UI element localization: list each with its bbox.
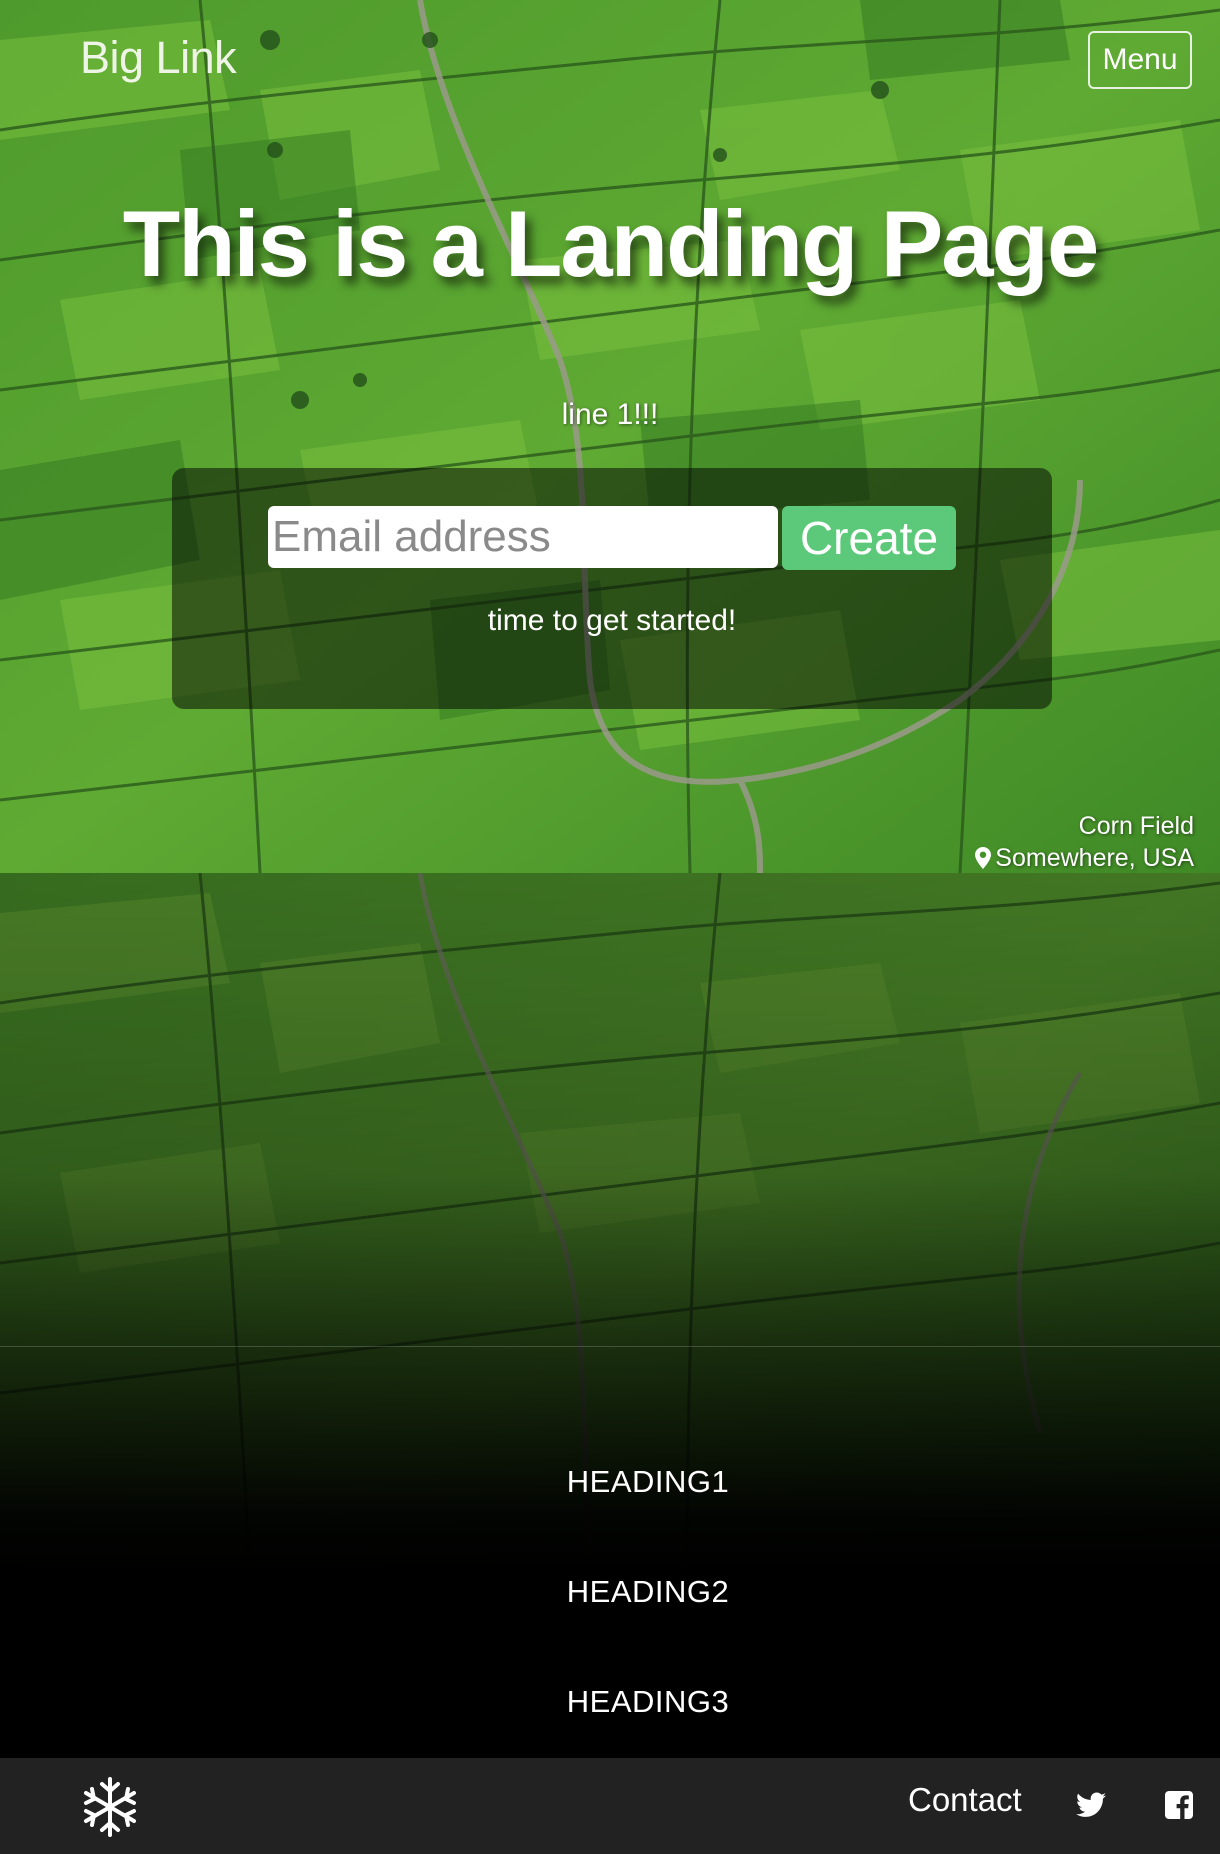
create-button[interactable]: Create [782, 506, 956, 570]
lower-gradient-overlay [0, 873, 1220, 1758]
brand-link[interactable]: Big Link [80, 32, 237, 84]
snowflake-icon[interactable] [80, 1776, 140, 1838]
map-marker-icon [975, 847, 992, 869]
footer: Contact [0, 1758, 1220, 1854]
hero-subtitle: line 1!!! [561, 398, 659, 431]
contact-link[interactable]: Contact [908, 1781, 1022, 1819]
hero-background-image [0, 0, 1220, 873]
caption-location: Somewhere, USA [995, 844, 1194, 872]
rice-field-image [0, 0, 1220, 873]
facebook-icon[interactable] [1165, 1791, 1193, 1819]
email-field[interactable] [268, 506, 778, 568]
divider [0, 1346, 1220, 1347]
caption-title: Corn Field [1078, 812, 1194, 840]
photo-caption: Corn Field Somewhere, USA [975, 810, 1194, 874]
menu-button[interactable]: Menu [1088, 31, 1192, 89]
heading-3: HEADING3 [566, 1684, 730, 1719]
heading-2: HEADING2 [566, 1574, 730, 1609]
caption-location-row: Somewhere, USA [975, 842, 1194, 874]
twitter-icon[interactable] [1076, 1792, 1106, 1818]
page-title: This is a Landing Page [122, 191, 1100, 296]
signup-panel: Create time to get started! [172, 468, 1052, 709]
signup-note: time to get started! [487, 604, 737, 637]
heading-1: HEADING1 [566, 1464, 730, 1499]
